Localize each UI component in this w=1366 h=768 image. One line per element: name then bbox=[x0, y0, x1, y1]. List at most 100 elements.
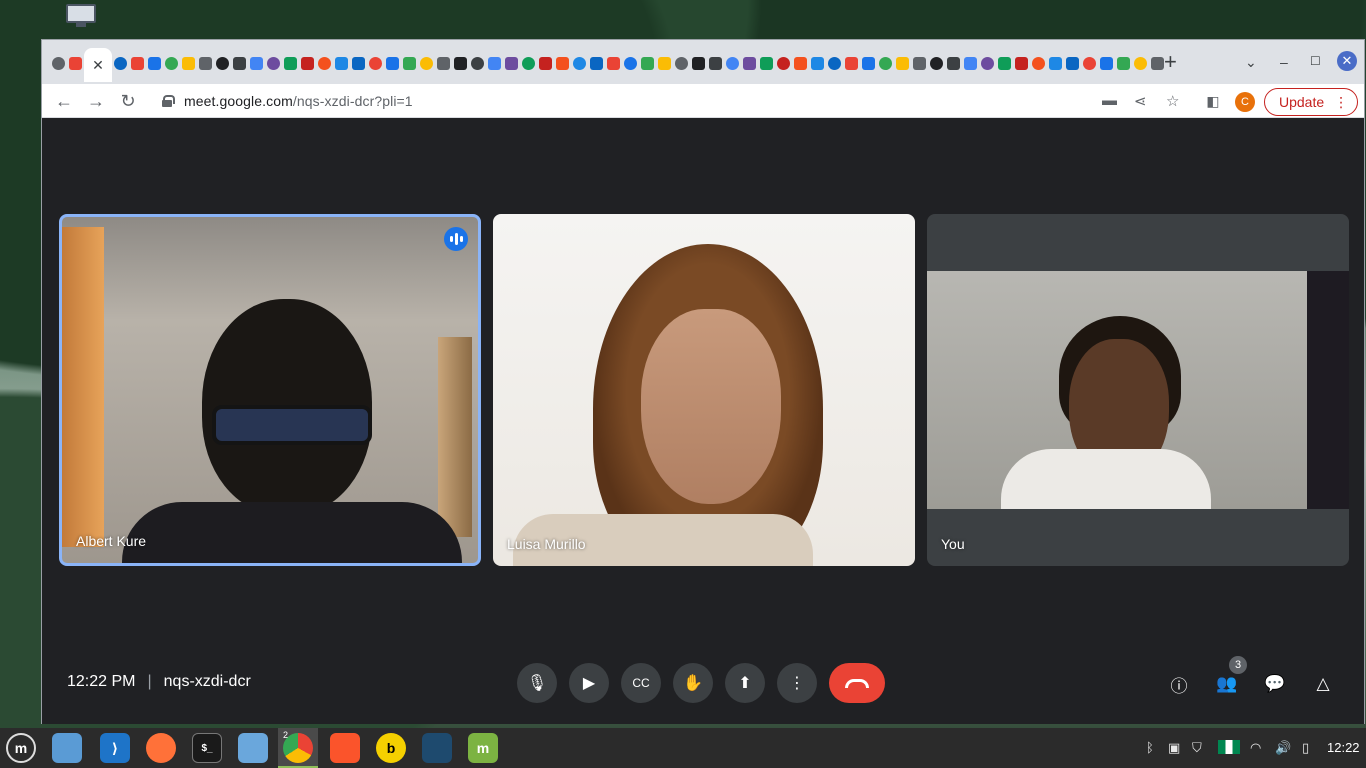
end-call-button[interactable] bbox=[829, 663, 885, 703]
tab-favicon[interactable] bbox=[605, 48, 622, 78]
tab-favicon[interactable] bbox=[486, 48, 503, 78]
present-button[interactable]: ⬆ bbox=[725, 663, 765, 703]
tab-favicon[interactable] bbox=[1030, 48, 1047, 78]
tab-favicon[interactable] bbox=[809, 48, 826, 78]
more-options-button[interactable]: ⋮ bbox=[777, 663, 817, 703]
lock-icon[interactable] bbox=[162, 95, 175, 107]
tab-favicon[interactable] bbox=[928, 48, 945, 78]
tab-favicon[interactable] bbox=[435, 48, 452, 78]
url-text[interactable]: meet.google.com/nqs-xzdi-dcr?pli=1 bbox=[184, 93, 413, 109]
files-icon[interactable] bbox=[238, 733, 268, 763]
tab-favicon[interactable] bbox=[1047, 48, 1064, 78]
people-button[interactable]: 👥 bbox=[1214, 671, 1240, 697]
tab-favicon[interactable] bbox=[197, 48, 214, 78]
tab-favicon[interactable] bbox=[350, 48, 367, 78]
back-icon[interactable]: ← bbox=[53, 90, 75, 112]
tab-favicon[interactable] bbox=[163, 48, 180, 78]
tab-favicon[interactable] bbox=[979, 48, 996, 78]
camera-in-use-icon[interactable]: ▬ bbox=[1102, 92, 1117, 109]
taskbar-clock[interactable]: 12:22 bbox=[1327, 740, 1360, 755]
reload-icon[interactable]: ↻ bbox=[117, 90, 139, 112]
file-manager-icon[interactable] bbox=[52, 733, 82, 763]
tab-favicon[interactable] bbox=[877, 48, 894, 78]
maximize-icon[interactable]: ☐ bbox=[1310, 54, 1321, 68]
raise-hand-button[interactable]: ✋ bbox=[673, 663, 713, 703]
tab-favicon[interactable] bbox=[741, 48, 758, 78]
tab-favicon[interactable] bbox=[50, 48, 67, 78]
tab-favicon[interactable] bbox=[622, 48, 639, 78]
tab-favicon[interactable] bbox=[1132, 48, 1149, 78]
share-icon[interactable]: ⋖ bbox=[1134, 92, 1147, 110]
new-tab-button[interactable]: + bbox=[1164, 51, 1177, 73]
tab-favicon[interactable] bbox=[775, 48, 792, 78]
tab-favicon[interactable] bbox=[112, 48, 129, 78]
tab-favicon[interactable] bbox=[146, 48, 163, 78]
tab-favicon[interactable] bbox=[418, 48, 435, 78]
tab-favicon[interactable] bbox=[248, 48, 265, 78]
tab-favicon[interactable] bbox=[792, 48, 809, 78]
tab-favicon[interactable] bbox=[401, 48, 418, 78]
meeting-info-button[interactable]: ⓘ bbox=[1166, 671, 1192, 697]
tab-favicon[interactable] bbox=[1013, 48, 1030, 78]
bitwarden-icon[interactable]: b bbox=[376, 733, 406, 763]
tab-favicon[interactable] bbox=[469, 48, 486, 78]
participant-tile[interactable]: Luisa Murillo bbox=[493, 214, 915, 566]
chat-button[interactable]: 💬 bbox=[1262, 671, 1288, 697]
tab-favicon[interactable] bbox=[316, 48, 333, 78]
captions-button[interactable]: CC bbox=[621, 663, 661, 703]
participant-tile[interactable]: Albert Kure bbox=[59, 214, 481, 566]
camera-button[interactable]: ▶ bbox=[569, 663, 609, 703]
tab-favicon[interactable] bbox=[843, 48, 860, 78]
tab-favicon[interactable] bbox=[333, 48, 350, 78]
side-panel-icon[interactable]: ◧ bbox=[1202, 90, 1224, 112]
brave-icon[interactable] bbox=[330, 733, 360, 763]
tab-favicon[interactable] bbox=[1115, 48, 1132, 78]
shield-icon[interactable]: ⛉ bbox=[1192, 740, 1202, 756]
tab-favicon[interactable] bbox=[639, 48, 656, 78]
tab-favicon[interactable] bbox=[826, 48, 843, 78]
close-icon[interactable]: ✕ bbox=[92, 57, 104, 74]
tab-favicon[interactable] bbox=[452, 48, 469, 78]
tab-favicon[interactable] bbox=[129, 48, 146, 78]
mysql-workbench-icon[interactable] bbox=[422, 733, 452, 763]
vscode-icon[interactable]: ⟩ bbox=[100, 733, 130, 763]
tab-favicon[interactable] bbox=[996, 48, 1013, 78]
tab-favicon[interactable] bbox=[503, 48, 520, 78]
minimize-icon[interactable]: – bbox=[1280, 54, 1288, 70]
participant-tile-self[interactable]: You bbox=[927, 214, 1349, 566]
mint-update-icon[interactable]: m bbox=[468, 733, 498, 763]
clipboard-icon[interactable]: ▣ bbox=[1168, 740, 1180, 756]
mint-menu-icon[interactable]: m bbox=[6, 733, 36, 763]
tab-favicon[interactable] bbox=[367, 48, 384, 78]
forward-icon[interactable]: → bbox=[85, 90, 107, 112]
tab-active[interactable]: ✕ bbox=[84, 48, 112, 82]
desktop-computer-icon[interactable] bbox=[66, 4, 96, 28]
profile-avatar[interactable]: C bbox=[1235, 92, 1255, 112]
tab-favicon[interactable] bbox=[231, 48, 248, 78]
tab-favicon[interactable] bbox=[758, 48, 775, 78]
tab-favicon[interactable] bbox=[282, 48, 299, 78]
wifi-icon[interactable]: ◠ bbox=[1250, 740, 1261, 756]
tab-favicon[interactable] bbox=[1081, 48, 1098, 78]
bluetooth-icon[interactable]: ᛒ bbox=[1146, 740, 1154, 755]
tab-favicon[interactable] bbox=[299, 48, 316, 78]
tab-favicon[interactable] bbox=[537, 48, 554, 78]
tab-favicon[interactable] bbox=[690, 48, 707, 78]
tab-favicon[interactable] bbox=[384, 48, 401, 78]
firefox-icon[interactable] bbox=[146, 733, 176, 763]
tab-favicon[interactable] bbox=[911, 48, 928, 78]
tab-favicon[interactable] bbox=[588, 48, 605, 78]
activities-button[interactable]: △ bbox=[1310, 671, 1336, 697]
tab-favicon[interactable] bbox=[571, 48, 588, 78]
flag-icon[interactable] bbox=[1218, 740, 1240, 754]
bookmark-star-icon[interactable]: ☆ bbox=[1166, 92, 1179, 110]
tab-favicon[interactable] bbox=[707, 48, 724, 78]
tab-favicon[interactable] bbox=[1098, 48, 1115, 78]
tab-favicon[interactable] bbox=[894, 48, 911, 78]
tab-favicon[interactable] bbox=[214, 48, 231, 78]
tab-search-icon[interactable]: ⌄ bbox=[1245, 54, 1257, 71]
tab-favicon[interactable] bbox=[673, 48, 690, 78]
tab-favicon[interactable] bbox=[724, 48, 741, 78]
tab-favicon[interactable] bbox=[860, 48, 877, 78]
terminal-icon[interactable]: $_ bbox=[192, 733, 222, 763]
